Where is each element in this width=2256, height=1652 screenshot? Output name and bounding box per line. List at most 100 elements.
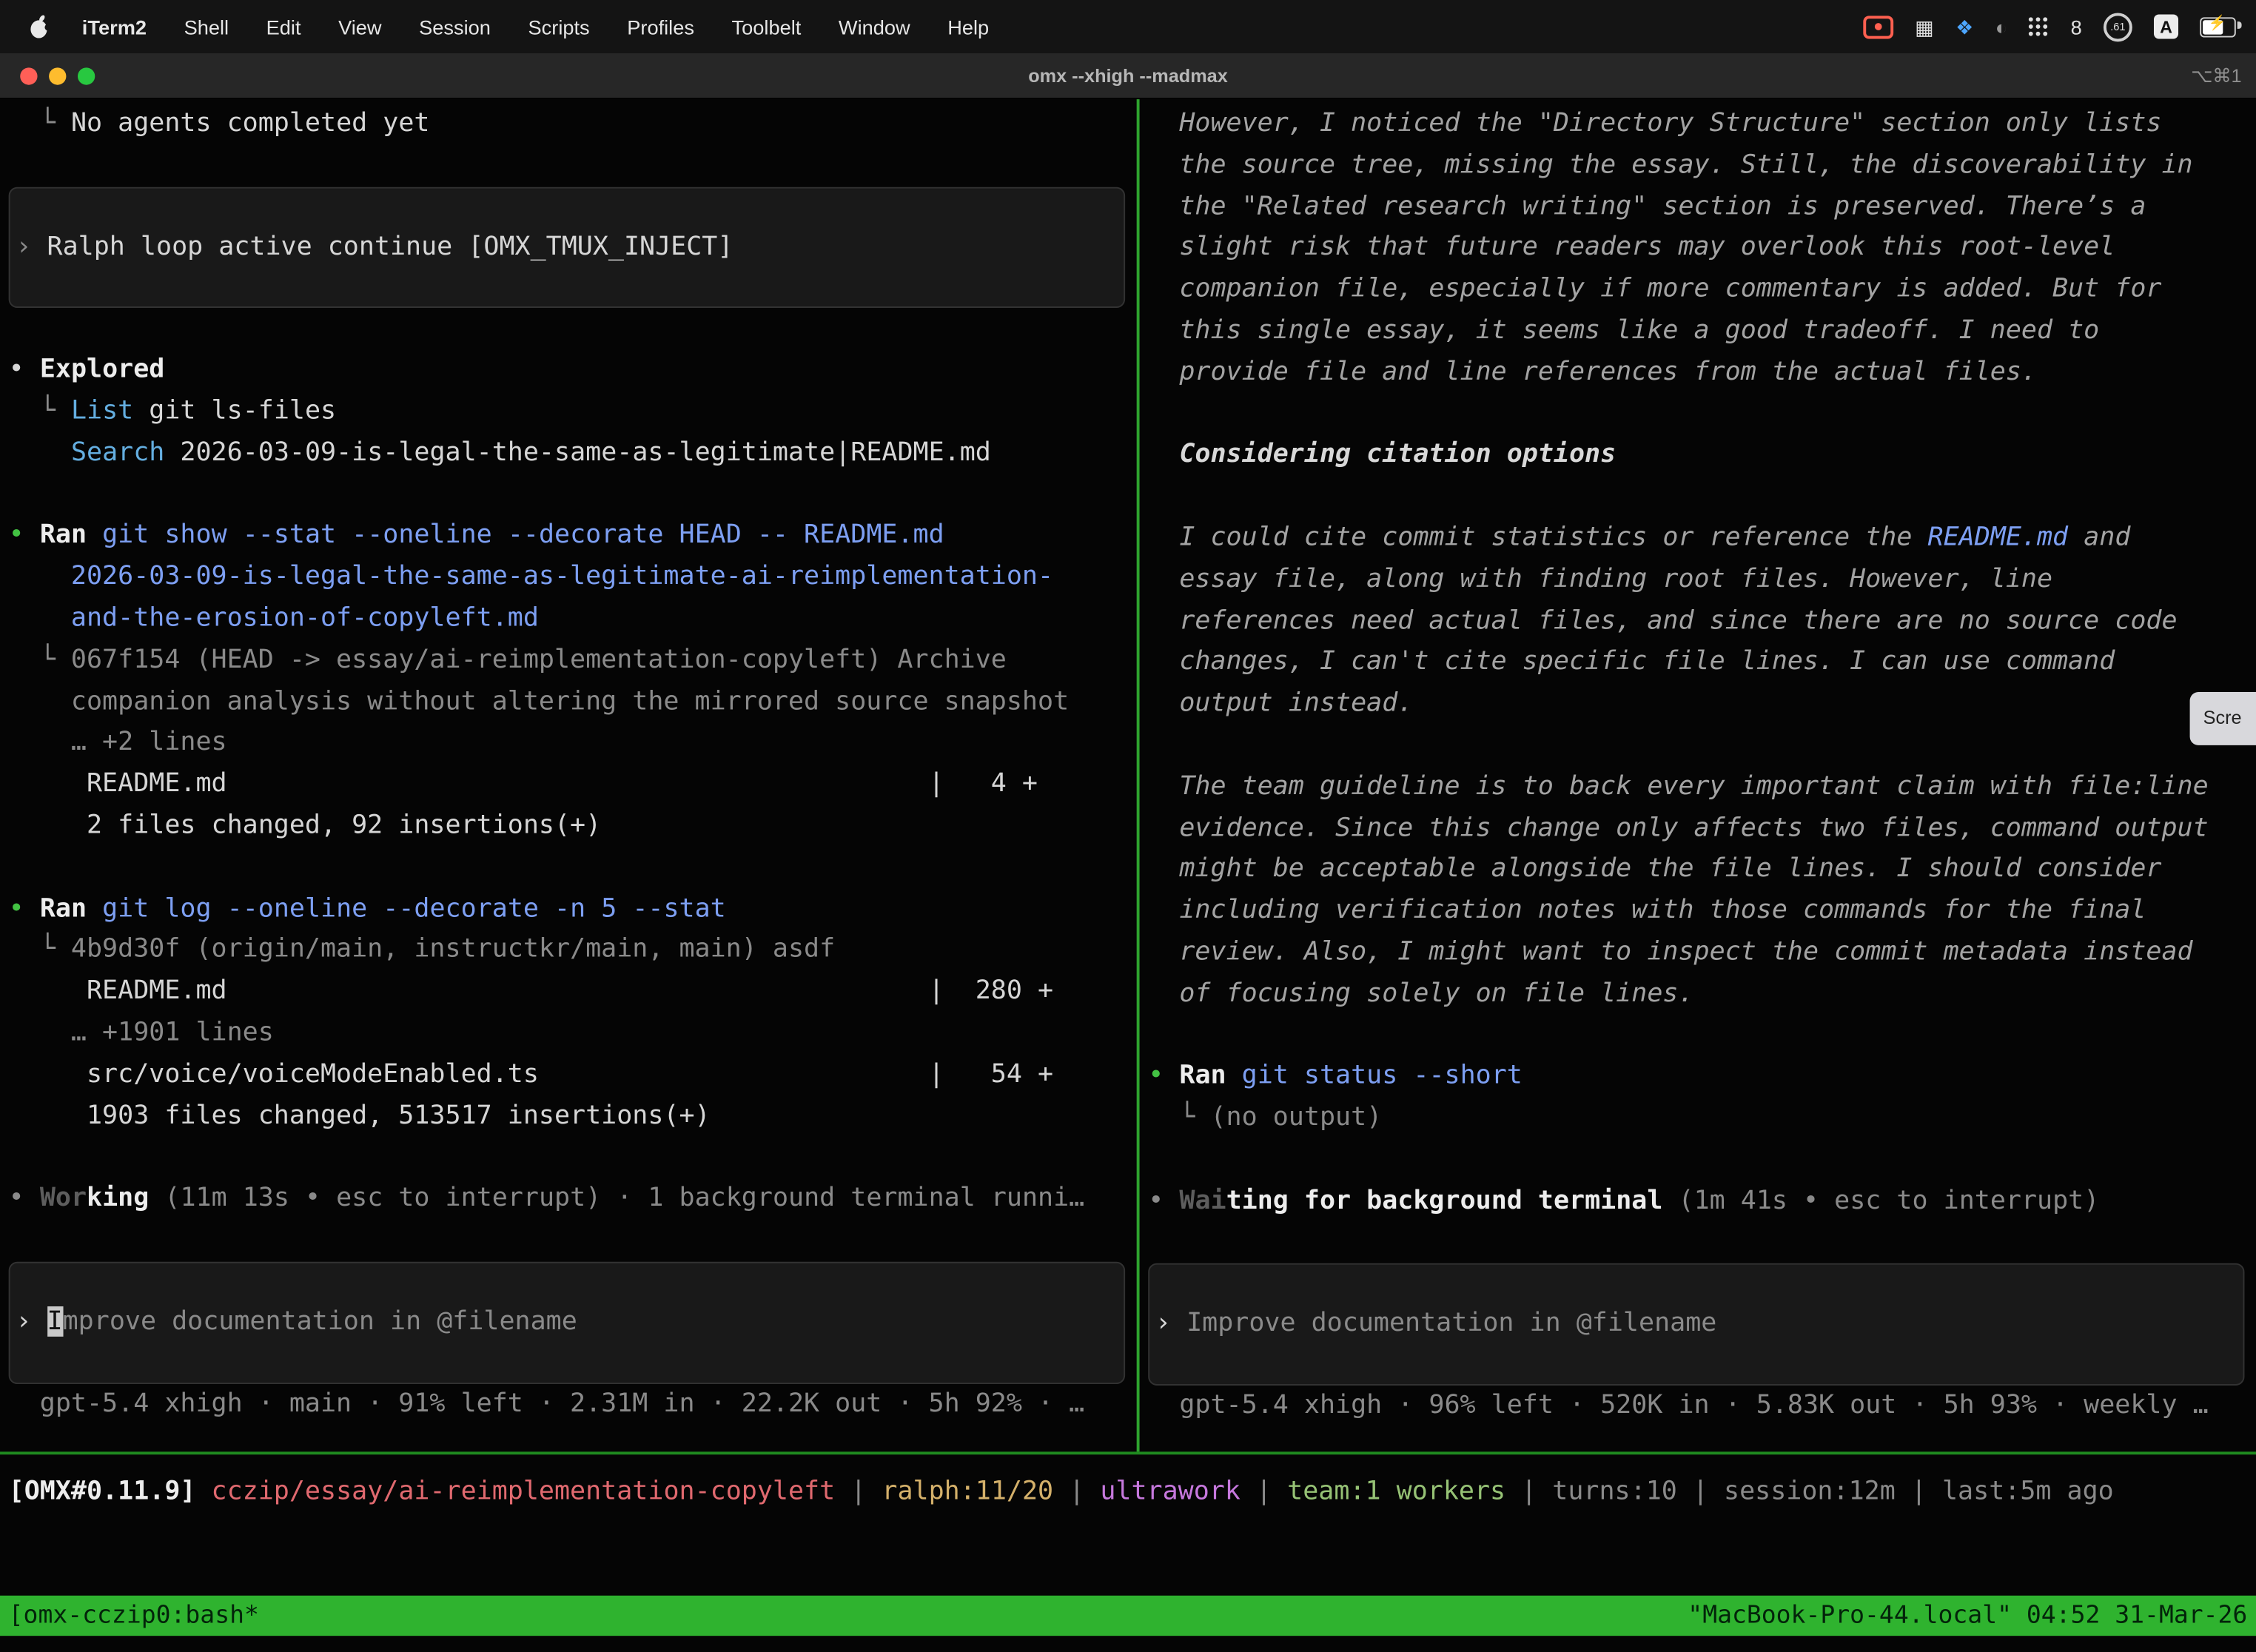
- menu-bar-status-icons: ▦ ❖ ◐ 8 .61 A ⚡: [1863, 13, 2236, 41]
- tmux-host-clock: "MacBook-Pro-44.local" 04:52 31-Mar-26: [1688, 1595, 2247, 1636]
- terminal-line: • Ran git status --short: [1148, 1056, 2256, 1098]
- terminal-line: • Ran git log --oneline --decorate -n 5 …: [9, 888, 1137, 930]
- menu-item-view[interactable]: View: [320, 15, 400, 38]
- window-grid-icon[interactable]: ▦: [1915, 16, 1934, 36]
- terminal-line: 2026-03-09-is-legal-the-same-as-legitima…: [9, 557, 1137, 599]
- screen: iTerm2 Shell Edit View Session Scripts P…: [0, 0, 2256, 1652]
- left-pane: └ No agents completed yet › Ralph loop a…: [0, 99, 1137, 1451]
- terminal-line: └ No agents completed yet: [9, 104, 1137, 145]
- terminal-line: └ 4b9d30f (origin/main, instructkr/main,…: [9, 930, 1137, 971]
- terminal-line: › Ralph loop active continue [OMX_TMUX_I…: [16, 226, 1118, 268]
- terminal-line: › Improve documentation in @filename: [16, 1302, 1118, 1343]
- terminal-line: output instead.: [1148, 684, 2256, 725]
- terminal-line: companion analysis without altering the …: [9, 682, 1137, 723]
- terminal-line: references need actual files, and since …: [1148, 601, 2256, 642]
- battery-icon[interactable]: ⚡: [2200, 16, 2236, 36]
- terminal-line: • Waiting for background terminal (1m 41…: [1148, 1181, 2256, 1222]
- app-icon-blue[interactable]: ❖: [1955, 16, 1973, 36]
- terminal-line: › Improve documentation in @filename: [1155, 1304, 2237, 1346]
- menu-item-iterm2[interactable]: iTerm2: [64, 15, 166, 38]
- terminal-line: I could cite commit statistics or refere…: [1148, 518, 2256, 560]
- gauge-icon[interactable]: .61: [2104, 13, 2132, 41]
- terminal-line: of focusing solely on file lines.: [1148, 973, 2256, 1015]
- screen-overlay-tab[interactable]: Scre: [2190, 692, 2256, 745]
- terminal-line: Search 2026-03-09-is-legal-the-same-as-l…: [9, 433, 1137, 474]
- terminal-line: gpt-5.4 xhigh · main · 91% left · 2.31M …: [9, 1383, 1137, 1425]
- terminal-line: [1148, 477, 2256, 518]
- zoom-button[interactable]: [78, 67, 95, 84]
- terminal-line: └ 067f154 (HEAD -> essay/ai-reimplementa…: [9, 640, 1137, 682]
- left-input-line[interactable]: › Improve documentation in @filename: [16, 1302, 1118, 1343]
- menu-item-profiles[interactable]: Profiles: [608, 15, 713, 38]
- terminal-line: • Working (11m 13s • esc to interrupt) ·…: [9, 1178, 1137, 1220]
- close-button[interactable]: [20, 67, 37, 84]
- terminal-line: [1148, 1222, 2256, 1263]
- charging-bolt-icon: ⚡: [2209, 15, 2226, 30]
- terminal-line: provide file and line references from th…: [1148, 352, 2256, 394]
- inject-status-box: › Ralph loop active continue [OMX_TMUX_I…: [9, 187, 1125, 309]
- terminal-line: └ List git ls-files: [9, 392, 1137, 433]
- terminal-line: [1148, 725, 2256, 767]
- menu-item-window[interactable]: Window: [820, 15, 929, 38]
- terminal-line: 2 files changed, 92 insertions(+): [9, 805, 1137, 847]
- omx-status-line: [OMX#0.11.9] cczip/essay/ai-reimplementa…: [9, 1472, 2114, 1514]
- terminal-line: and-the-erosion-of-copyleft.md: [9, 599, 1137, 640]
- terminal-line: this single essay, it seems like a good …: [1148, 311, 2256, 352]
- menu-item-scripts[interactable]: Scripts: [509, 15, 608, 38]
- terminal-line: [1148, 394, 2256, 435]
- terminal-line: The team guideline is to back every impo…: [1148, 767, 2256, 808]
- menu-item-edit[interactable]: Edit: [247, 15, 319, 38]
- apps-grid-icon[interactable]: [2029, 16, 2049, 36]
- terminal-line: the "Related research writing" section i…: [1148, 187, 2256, 228]
- menu-bar: iTerm2 Shell Edit View Session Scripts P…: [0, 0, 2256, 53]
- bottom-pane-divider: [0, 1451, 2256, 1454]
- menu-item-toolbelt[interactable]: Toolbelt: [713, 15, 819, 38]
- left-scrollback-top: └ No agents completed yet: [9, 104, 1137, 187]
- input-source-icon[interactable]: A: [2154, 14, 2178, 38]
- terminal-line: including verification notes with those …: [1148, 891, 2256, 933]
- terminal-line: [OMX#0.11.9] cczip/essay/ai-reimplementa…: [9, 1472, 2114, 1514]
- record-dot-icon: [1875, 23, 1882, 30]
- terminal-line: review. Also, I might want to inspect th…: [1148, 933, 2256, 974]
- terminal-line: [9, 1137, 1137, 1178]
- app-icon-dark[interactable]: ◐: [1995, 16, 2007, 36]
- terminal-line: src/voice/voiceModeEnabled.ts | 54 +: [9, 1054, 1137, 1095]
- apple-logo-icon[interactable]: [20, 14, 63, 38]
- terminal-line: [9, 847, 1137, 888]
- terminal-line: [9, 474, 1137, 516]
- right-session-status: gpt-5.4 xhigh · 96% left · 520K in · 5.8…: [1148, 1386, 2256, 1427]
- left-session-status: gpt-5.4 xhigh · main · 91% left · 2.31M …: [9, 1383, 1137, 1425]
- menu-bar-menus: iTerm2 Shell Edit View Session Scripts P…: [20, 14, 1007, 38]
- inject-status-line: › Ralph loop active continue [OMX_TMUX_I…: [16, 226, 1118, 268]
- screen-recording-icon[interactable]: [1863, 15, 1893, 38]
- terminal-line: 1903 files changed, 513517 insertions(+): [9, 1095, 1137, 1137]
- menu-item-help[interactable]: Help: [929, 15, 1008, 38]
- left-input-box[interactable]: › Improve documentation in @filename: [9, 1261, 1125, 1383]
- window-title-bar: omx --xhigh --madmax ⌥⌘1: [0, 53, 2256, 99]
- right-input-box[interactable]: › Improve documentation in @filename: [1148, 1263, 2244, 1386]
- terminal-line: [9, 1220, 1137, 1261]
- terminal: └ No agents completed yet › Ralph loop a…: [0, 99, 2256, 1652]
- terminal-line: Considering citation options: [1148, 435, 2256, 477]
- menu-item-session[interactable]: Session: [400, 15, 509, 38]
- terminal-line: essay file, along with finding root file…: [1148, 560, 2256, 601]
- right-pane: However, I noticed the "Directory Struct…: [1140, 99, 2256, 1451]
- terminal-line: • Ran git show --stat --oneline --decora…: [9, 516, 1137, 557]
- terminal-line: might be acceptable alongside the file l…: [1148, 850, 2256, 891]
- right-scrollback-body: However, I noticed the "Directory Struct…: [1148, 104, 2256, 1263]
- tmux-session-label: [omx-cczip0:bash*: [9, 1595, 259, 1636]
- terminal-line: README.md | 4 +: [9, 765, 1137, 806]
- terminal-line: companion file, especially if more comme…: [1148, 269, 2256, 311]
- terminal-line: evidence. Since this change only affects…: [1148, 808, 2256, 850]
- menu-item-shell[interactable]: Shell: [165, 15, 247, 38]
- terminal-line: • Explored: [9, 350, 1137, 392]
- minimize-button[interactable]: [49, 67, 66, 84]
- terminal-line: … +1901 lines: [9, 1013, 1137, 1054]
- terminal-line: the source tree, missing the essay. Stil…: [1148, 145, 2256, 187]
- app-icon-eight[interactable]: 8: [2071, 16, 2082, 36]
- terminal-line: … +2 lines: [9, 723, 1137, 765]
- terminal-line: [1148, 1015, 2256, 1056]
- terminal-line: [9, 309, 1137, 350]
- window-title: omx --xhigh --madmax: [0, 64, 2256, 86]
- right-input-line[interactable]: › Improve documentation in @filename: [1155, 1304, 2237, 1346]
